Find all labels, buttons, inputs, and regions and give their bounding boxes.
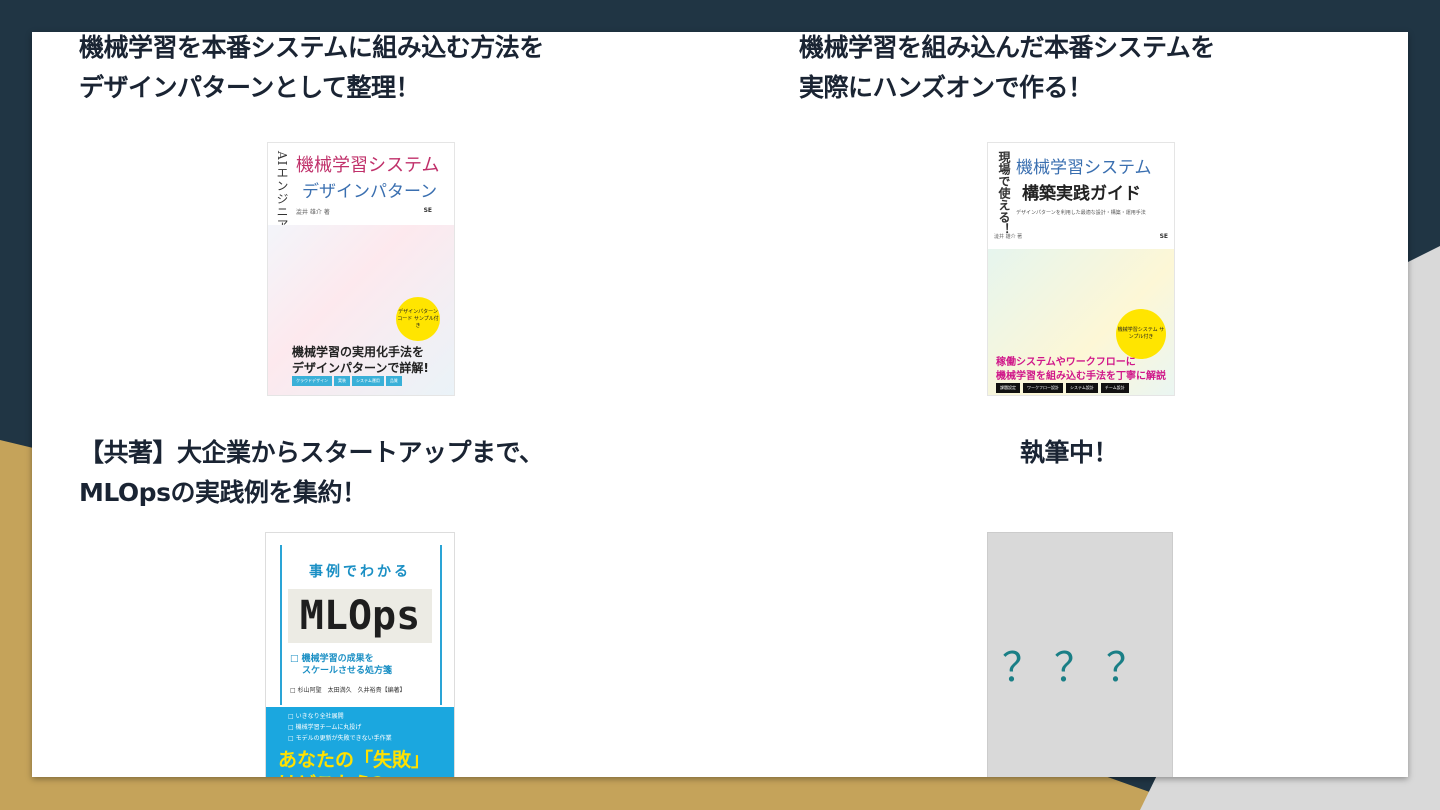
book-tagline-line2: はどこから? <box>278 769 383 777</box>
book-description: デザインパターンを利用した最適な設計・構築・運用手法 <box>1016 210 1146 216</box>
book-subtitle-line2: デザインパターンで詳解! <box>292 361 429 375</box>
book-cover-mlops: 事例でわかる MLOps □ 機械学習の成果を スケールさせる処方箋 □ 杉山阿… <box>265 532 455 777</box>
book-authors: □ 杉山阿聖 太田満久 久井裕貴【編著】 <box>290 687 406 694</box>
book-tag: 実装 <box>334 376 350 386</box>
heading-line: 【共著】大企業からスタートアップまで、 <box>79 438 544 467</box>
book-subtitle-line1: 稼働システムやワークフローに <box>996 357 1136 368</box>
book-tags: クラウドデザイン 実装 システム運用 品質 <box>292 376 402 386</box>
book-placeholder: ？？？ <box>987 532 1173 777</box>
book-title-line1: 機械学習システム <box>296 155 440 176</box>
book-badge: デザインパターン コード サンプル付き <box>396 297 440 341</box>
book-bullet: □ モデルの更新が失敗できない手作業 <box>288 735 392 742</box>
book-cover-practice-guide: 現場で使える！ 機械学習システム 構築実践ガイド デザインパターンを利用した最適… <box>987 142 1175 396</box>
book-tag: ワークフロー設計 <box>1023 383 1063 393</box>
book-badge: 機械学習システム サンプル付き <box>1116 309 1166 359</box>
publisher-logo: SE <box>423 207 432 214</box>
book-tag: システム運用 <box>352 376 384 386</box>
section-heading-3: 【共著】大企業からスタートアップまで、 MLOpsの実践例を集約！ <box>79 433 544 513</box>
heading-line: 執筆中！ <box>1020 438 1119 467</box>
book-tags: 課題設定 ワークフロー設計 システム設計 チーム設計 <box>996 383 1129 393</box>
book-author: 澁井 雄介 著 <box>994 234 1023 240</box>
book-tag: 品質 <box>385 376 402 386</box>
book-cover-design-patterns: AIエンジニアのための 機械学習システム デザインパターン 澁井 雄介 著 SE… <box>267 142 455 396</box>
book-tag: クラウドデザイン <box>292 376 332 386</box>
heading-line: 実際にハンズオンで作る！ <box>799 73 1093 102</box>
book-tagline-line1: あなたの「失敗」 <box>278 749 431 771</box>
book-title-line2: 構築実践ガイド <box>1022 184 1141 204</box>
book-author: 澁井 雄介 著 <box>296 209 330 216</box>
heading-line: 機械学習を組み込んだ本番システムを <box>799 33 1215 62</box>
book-bullet: □ いきなり全社展開 <box>288 713 344 720</box>
book-tag: チーム設計 <box>1100 383 1129 393</box>
book-title: MLOps <box>288 589 432 643</box>
section-heading-4: 執筆中！ <box>1020 433 1119 473</box>
placeholder-text: ？？？ <box>1002 645 1158 691</box>
heading-line: MLOpsの実践例を集約！ <box>79 478 367 507</box>
book-subtitle-line1: 機械学習の実用化手法を <box>292 345 425 359</box>
book-subtitle-line2: 機械学習を組み込む手法を丁寧に解説 <box>996 371 1166 382</box>
publisher-logo: SE <box>1159 233 1168 240</box>
book-subtitle-line2: スケールさせる処方箋 <box>302 666 393 676</box>
book-title-line2: デザインパターン <box>302 182 438 202</box>
book-vertical-label: 現場で使える！ <box>997 151 1011 235</box>
heading-line: 機械学習を本番システムに組み込む方法を <box>79 33 544 62</box>
section-heading-1: 機械学習を本番システムに組み込む方法を デザインパターンとして整理！ <box>79 32 544 108</box>
book-caption: 事例でわかる <box>309 564 411 580</box>
book-tag: 課題設定 <box>996 383 1020 393</box>
section-heading-2: 機械学習を組み込んだ本番システムを 実際にハンズオンで作る！ <box>799 32 1215 108</box>
book-tag: システム設計 <box>1066 383 1098 393</box>
book-bullet: □ 機械学習チームに丸投げ <box>288 724 362 731</box>
heading-line: デザインパターンとして整理！ <box>79 73 421 102</box>
book-title-line1: 機械学習システム <box>1016 158 1152 178</box>
slide: 機械学習を本番システムに組み込む方法を デザインパターンとして整理！ AIエンジ… <box>32 32 1408 777</box>
